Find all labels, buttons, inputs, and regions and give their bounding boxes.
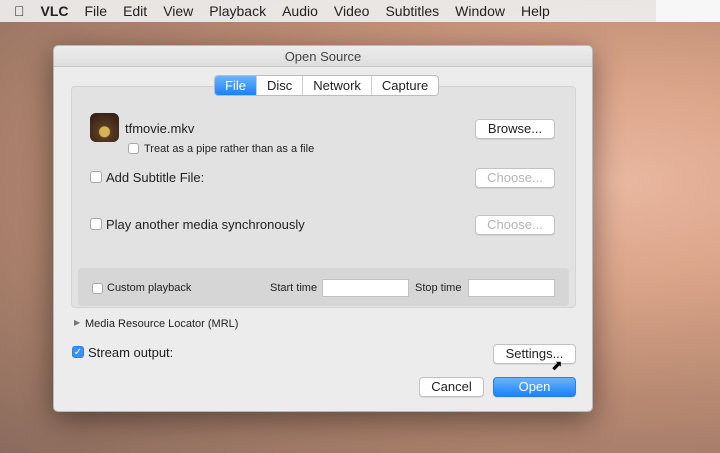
menubar-status-area bbox=[656, 0, 720, 22]
menu-bar:  VLC File Edit View Playback Audio Vide… bbox=[0, 0, 720, 22]
custom-playback-label: Custom playback bbox=[107, 282, 192, 294]
start-time-label: Start time bbox=[270, 282, 318, 294]
pipe-checkbox[interactable] bbox=[128, 143, 139, 154]
stream-output-checkbox[interactable]: ✓ bbox=[72, 346, 84, 358]
sync-media-label: Play another media synchronously bbox=[106, 217, 305, 232]
cancel-button[interactable]: Cancel bbox=[419, 377, 484, 397]
sync-choose-button[interactable]: Choose... bbox=[475, 215, 555, 235]
menu-video[interactable]: Video bbox=[326, 3, 378, 19]
stream-output-label: Stream output: bbox=[88, 345, 174, 360]
subtitle-choose-button[interactable]: Choose... bbox=[475, 168, 555, 188]
menu-vlc[interactable]: VLC bbox=[33, 3, 77, 19]
menu-audio[interactable]: Audio bbox=[274, 3, 326, 19]
open-source-dialog: Open Source File Disc Network Capture tf… bbox=[53, 45, 593, 412]
file-name: tfmovie.mkv bbox=[125, 121, 195, 136]
settings-button[interactable]: Settings... bbox=[493, 344, 576, 364]
stop-time-input[interactable] bbox=[468, 279, 555, 297]
stop-time-label: Stop time bbox=[415, 282, 462, 294]
menu-file[interactable]: File bbox=[77, 3, 116, 19]
tab-file[interactable]: File bbox=[215, 76, 257, 95]
sync-media-checkbox[interactable] bbox=[90, 218, 102, 230]
menu-view[interactable]: View bbox=[155, 3, 201, 19]
disclosure-triangle-icon[interactable]: ▶ bbox=[74, 318, 80, 327]
menu-window[interactable]: Window bbox=[447, 3, 513, 19]
custom-playback-checkbox[interactable] bbox=[92, 283, 103, 294]
mouse-pointer-icon: ⬈ bbox=[551, 357, 563, 373]
browse-button[interactable]: Browse... bbox=[475, 119, 555, 139]
tab-capture[interactable]: Capture bbox=[372, 76, 438, 95]
dialog-title: Open Source bbox=[54, 46, 592, 67]
menu-playback[interactable]: Playback bbox=[201, 3, 274, 19]
subtitle-label: Add Subtitle File: bbox=[106, 170, 205, 185]
source-tabs: File Disc Network Capture bbox=[214, 75, 440, 96]
vlc-file-icon bbox=[90, 113, 119, 142]
tab-disc[interactable]: Disc bbox=[257, 76, 304, 95]
start-time-input[interactable] bbox=[322, 279, 409, 297]
open-button[interactable]: Open bbox=[493, 377, 576, 397]
menu-help[interactable]: Help bbox=[513, 3, 558, 19]
tab-network[interactable]: Network bbox=[303, 76, 372, 95]
apple-menu-icon[interactable]:  bbox=[0, 3, 33, 19]
pipe-label: Treat as a pipe rather than as a file bbox=[144, 143, 315, 155]
menu-subtitles[interactable]: Subtitles bbox=[377, 3, 447, 19]
menu-edit[interactable]: Edit bbox=[115, 3, 155, 19]
mrl-disclosure[interactable]: Media Resource Locator (MRL) bbox=[85, 318, 238, 330]
subtitle-checkbox[interactable] bbox=[90, 171, 102, 183]
